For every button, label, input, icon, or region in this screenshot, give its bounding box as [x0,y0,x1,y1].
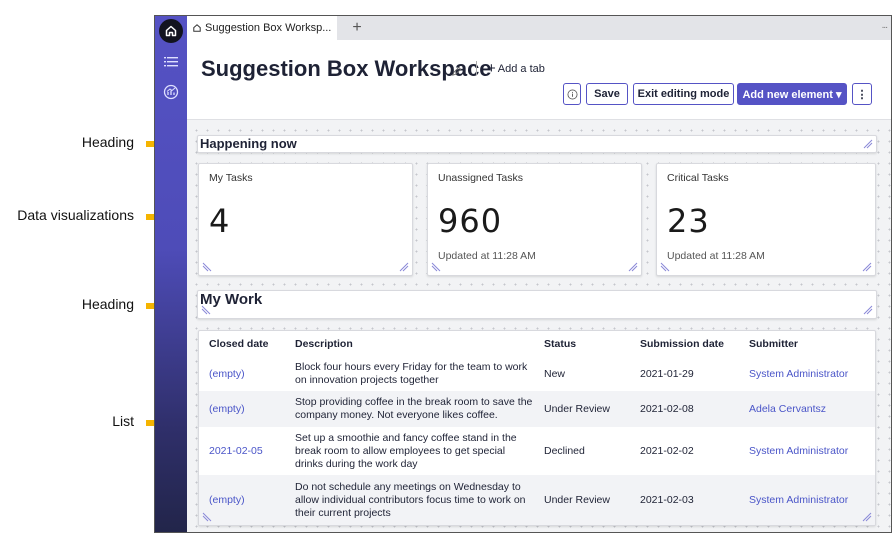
heading-widget-happening-now[interactable]: Happening now [197,135,877,153]
table-row[interactable]: (empty) Block four hours every Friday fo… [199,357,875,391]
card-unassigned-tasks[interactable]: Unassigned Tasks 960 Updated at 11:28 AM [427,163,642,276]
table-row[interactable]: 2021-02-05 Set up a smoothie and fancy c… [199,427,875,475]
card-value: 960 [438,202,503,240]
annotation-heading-2: Heading [81,296,134,312]
resize-handle-icon[interactable] [431,262,441,272]
card-title: Unassigned Tasks [438,172,524,184]
resize-handle-icon[interactable] [628,262,638,272]
table-row[interactable]: (empty) Do not schedule any meetings on … [199,475,875,525]
more-tabs-button[interactable]: ... [882,20,888,31]
title-divider [476,61,477,75]
add-new-element-button[interactable]: Add new element ▾ [737,83,847,105]
cell-closed-date[interactable]: (empty) [199,357,285,391]
resize-handle-icon[interactable] [201,305,211,315]
tab-label: Suggestion Box Worksp... [205,22,332,34]
resize-handle-icon[interactable] [862,512,872,522]
resize-handle-icon[interactable] [202,512,212,522]
resize-handle-icon[interactable] [399,262,409,272]
card-title: Critical Tasks [667,172,729,184]
card-critical-tasks[interactable]: Critical Tasks 23 Updated at 11:28 AM [656,163,876,276]
cell-submission-date: 2021-01-29 [640,367,694,380]
column-header-closed-date[interactable]: Closed date [199,331,285,357]
cell-closed-date[interactable]: 2021-02-05 [199,427,285,475]
table-header-row: Closed date Description Status Submissio… [199,331,875,357]
cell-submitter[interactable]: System Administrator [739,475,875,525]
page-title: Suggestion Box Workspace [201,56,492,81]
card-value: 23 [667,202,710,240]
annotation-list: List [112,413,134,429]
tab-suggestion-box-workspace[interactable]: Suggestion Box Worksp... [187,16,337,40]
card-updated: Updated at 11:28 AM [667,250,765,262]
home-icon [193,24,201,32]
resize-handle-icon[interactable] [660,262,670,272]
page-header: Suggestion Box Workspace + Add a tab Sav… [187,40,891,120]
column-header-description[interactable]: Description [285,331,534,357]
cell-description: Set up a smoothie and fancy coffee stand… [295,431,517,470]
cell-submission-date: 2021-02-03 [630,475,739,525]
analytics-icon[interactable] [163,84,179,100]
save-button[interactable]: Save [586,83,628,105]
column-header-submitter[interactable]: Submitter [739,331,875,357]
tab-bar: Suggestion Box Worksp... + ... [187,16,891,40]
exit-editing-mode-button[interactable]: Exit editing mode [633,83,734,105]
cell-description: Do not schedule any meetings on Wednesda… [285,475,534,525]
list-icon[interactable] [163,54,179,70]
info-button[interactable] [563,83,581,105]
card-value: 4 [209,202,231,240]
annotation-heading-1: Heading [81,134,134,150]
info-icon [567,89,577,99]
card-updated: Updated at 11:28 AM [438,250,536,262]
add-a-tab-button[interactable]: + Add a tab [487,60,545,77]
pencil-icon [452,66,462,76]
cell-description: Stop providing coffee in the break room … [285,391,534,427]
cell-status: New [544,367,566,380]
sidebar [155,16,187,532]
plus-icon: + [487,60,496,77]
cell-submitter[interactable]: Adela Cervantsz [739,391,875,427]
home-icon[interactable] [159,19,183,43]
resize-handle-icon[interactable] [863,139,873,149]
cell-status: Declined [544,444,585,457]
my-work-table: Closed date Description Status Submissio… [199,331,875,525]
heading-happening-now: Happening now [200,136,297,151]
annotation-data-visualizations: Data visualizations [17,207,134,223]
list-widget-my-work: Closed date Description Status Submissio… [198,330,876,526]
edit-title-button[interactable] [451,64,462,82]
cell-submission-date: 2021-02-02 [640,444,694,457]
cell-submitter[interactable]: System Administrator [739,427,875,475]
heading-widget-my-work[interactable]: My Work [197,290,877,319]
card-my-tasks[interactable]: My Tasks 4 [198,163,413,276]
screenshot-root: Heading Data visualizations Heading List… [0,0,894,548]
app-window: Suggestion Box Worksp... + ... Suggestio… [154,15,892,533]
column-header-submission-date[interactable]: Submission date [630,331,739,357]
card-title: My Tasks [209,172,253,184]
resize-handle-icon[interactable] [862,262,872,272]
new-tab-button[interactable]: + [347,18,367,38]
cell-status: Under Review [534,391,630,427]
cell-submitter[interactable]: System Administrator [739,357,875,391]
column-header-status[interactable]: Status [534,331,630,357]
more-options-button[interactable]: ⋮ [852,83,872,105]
cell-submission-date: 2021-02-08 [630,391,739,427]
resize-handle-icon[interactable] [202,262,212,272]
table-row[interactable]: (empty) Stop providing coffee in the bre… [199,391,875,427]
resize-handle-icon[interactable] [863,305,873,315]
cell-closed-date[interactable]: (empty) [199,391,285,427]
cell-status: Under Review [534,475,630,525]
add-a-tab-label: Add a tab [497,62,545,75]
cell-description: Block four hours every Friday for the te… [295,361,528,386]
